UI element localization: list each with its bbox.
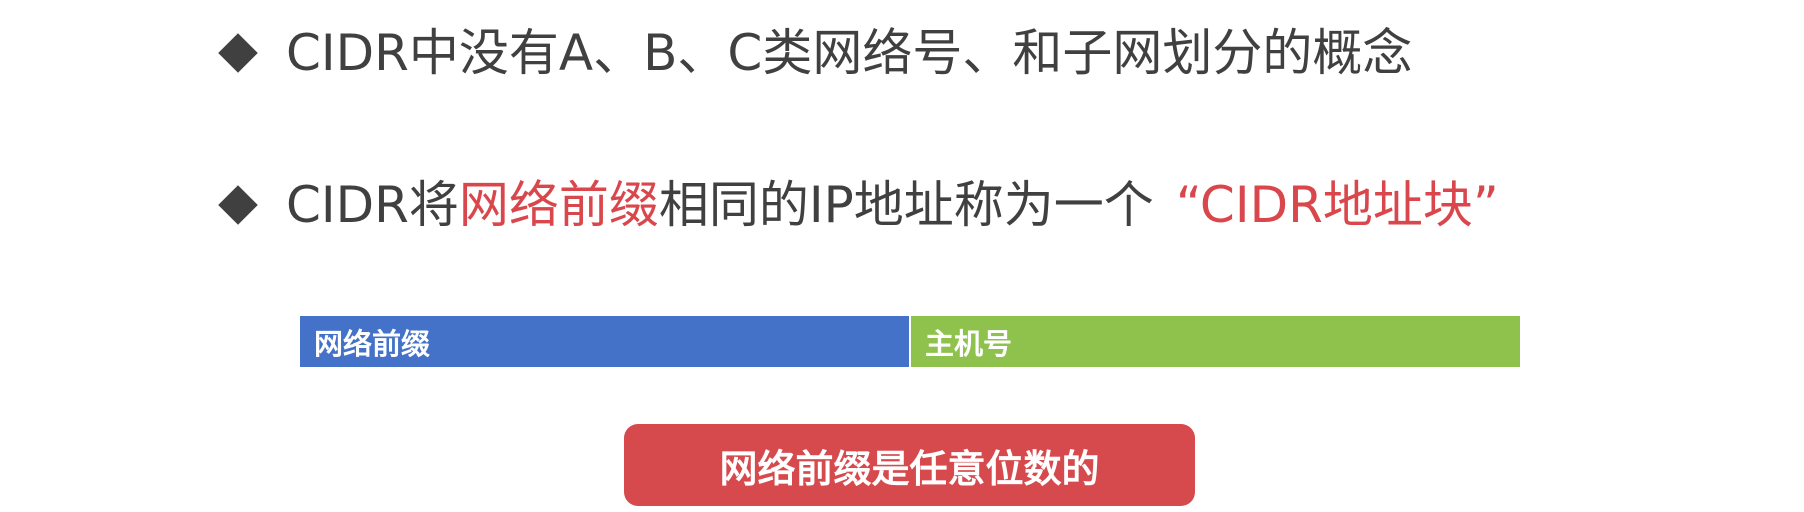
bullet-point-1: CIDR中没有A、B、C类网络号、和子网划分的概念 (216, 28, 1412, 78)
bullet-1-text: CIDR中没有A、B、C类网络号、和子网划分的概念 (286, 24, 1413, 82)
bullet-2-text-part1: CIDR将 (286, 176, 459, 234)
network-prefix-bar: 网络前缀 (300, 316, 909, 367)
bullet-2-text-part3: 相同的IP地址称为一个 (658, 176, 1154, 234)
callout-box: 网络前缀是任意位数的 (624, 424, 1195, 506)
diamond-bullet-icon (218, 33, 258, 73)
bullet-2-cidr-block-highlight: “CIDR地址块” (1175, 176, 1499, 234)
network-prefix-label: 网络前缀 (314, 326, 431, 361)
callout-text: 网络前缀是任意位数的 (719, 446, 1100, 491)
host-number-bar: 主机号 (911, 316, 1520, 367)
diamond-bullet-icon (218, 185, 258, 225)
host-number-label: 主机号 (925, 326, 1013, 361)
bullet-2-network-prefix-highlight: 网络前缀 (458, 176, 659, 234)
bullet-point-2: CIDR将 网络前缀 相同的IP地址称为一个 “CIDR地址块” (216, 180, 1499, 230)
